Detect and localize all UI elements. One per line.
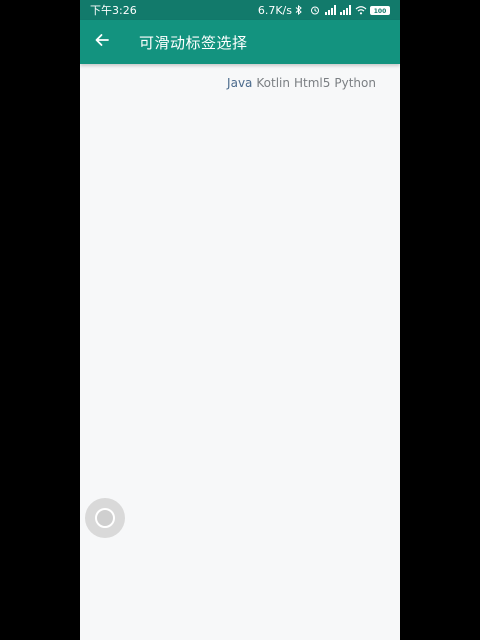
alarm-icon — [310, 5, 322, 15]
bluetooth-icon — [295, 5, 307, 15]
signal-icon — [340, 5, 352, 15]
status-bar: 下午3:26 6.7K/s 100 — [80, 0, 400, 20]
signal-icon — [325, 5, 337, 15]
wifi-icon — [355, 5, 367, 15]
status-icons: 6.7K/s 100 — [258, 4, 390, 17]
tab-kotlin[interactable]: Kotlin — [256, 76, 290, 90]
tab-python[interactable]: Python — [334, 76, 376, 90]
battery-icon: 100 — [370, 5, 390, 15]
assistive-touch-button[interactable] — [85, 498, 125, 538]
net-speed: 6.7K/s — [257, 3, 292, 17]
status-time: 下午3:26 — [90, 4, 137, 17]
back-button[interactable] — [80, 20, 124, 64]
assistive-touch-icon — [95, 508, 115, 528]
tab-java[interactable]: Java — [227, 76, 252, 90]
arrow-left-icon — [94, 32, 110, 52]
tab-strip[interactable]: Java Kotlin Html5 Python — [227, 76, 376, 90]
tab-html5[interactable]: Html5 — [294, 76, 330, 90]
phone-screen: 下午3:26 6.7K/s 100 可滑动标签选择 Java Kotlin Ht… — [80, 0, 400, 640]
app-toolbar: 可滑动标签选择 — [80, 20, 400, 64]
page-title: 可滑动标签选择 — [139, 33, 248, 52]
